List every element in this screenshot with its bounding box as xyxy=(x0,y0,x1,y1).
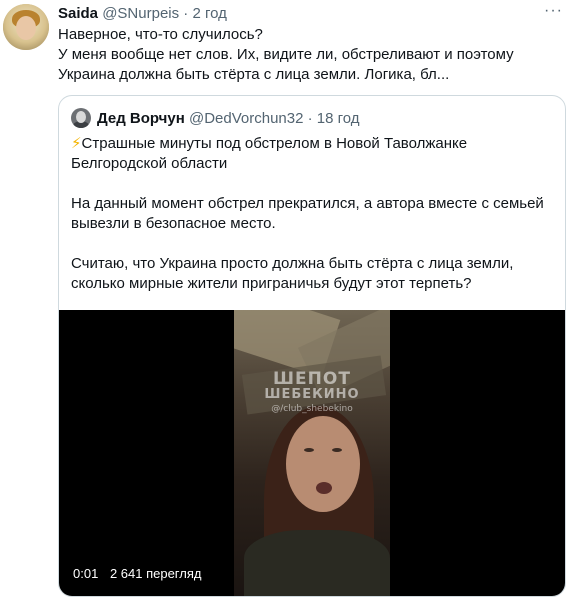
tweet-text: Наверное, что-то случилось? У меня вообщ… xyxy=(58,25,568,85)
video-views: 2 641 перегляд xyxy=(109,566,202,581)
quoted-avatar-face xyxy=(76,111,86,123)
tweet-time[interactable]: 2 год xyxy=(192,5,226,22)
lightning-icon: ⚡ xyxy=(71,135,82,152)
header-separator: · xyxy=(183,5,189,22)
tweet-text-line: Украина должна быть стёрта с лица земли.… xyxy=(58,66,450,83)
quoted-paragraph-1: ⚡Страшные минуты под обстрелом в Новой Т… xyxy=(71,134,555,174)
quoted-text-line: На данный момент обстрел прекратился, а … xyxy=(71,195,544,212)
tweet-header: Saida @SNurpeis · 2 год xyxy=(58,4,227,24)
video-person-face xyxy=(286,416,360,512)
video-person-eye xyxy=(332,448,342,452)
author-name[interactable]: Saida xyxy=(58,5,98,22)
video-person-mouth xyxy=(316,482,332,494)
author-handle[interactable]: @SNurpeis xyxy=(102,5,179,22)
author-avatar[interactable] xyxy=(3,4,49,50)
quoted-text-line: Считаю, что Украина просто должна быть с… xyxy=(71,255,514,272)
quoted-header-separator: · xyxy=(307,110,313,127)
quoted-text-line: вывезли в безопасное место. xyxy=(71,215,276,232)
quoted-paragraph-3: Считаю, что Украина просто должна быть с… xyxy=(71,254,555,294)
quoted-author-handle[interactable]: @DedVorchun32 xyxy=(189,110,303,127)
video-person-eye xyxy=(304,448,314,452)
video-frame[interactable]: ШЕПОТ ШЕБЕКИНО @/club_shebekino xyxy=(234,310,390,596)
video-duration: 0:01 xyxy=(73,566,99,581)
watermark-line: @/club_shebekino xyxy=(271,404,353,414)
quoted-text-span: Страшные минуты под обстрелом в Новой Та… xyxy=(81,135,468,152)
video-player[interactable]: ШЕПОТ ШЕБЕКИНО @/club_shebekino 0:01 2 6… xyxy=(59,310,565,596)
video-watermark: ШЕПОТ ШЕБЕКИНО @/club_shebekino xyxy=(234,369,390,417)
quoted-tweet-time[interactable]: 18 год xyxy=(317,110,360,127)
tweet-text-line: У меня вообще нет слов. Их, видите ли, о… xyxy=(58,46,514,63)
video-person-jacket xyxy=(244,530,390,596)
quoted-text-line: Белгородской области xyxy=(71,155,228,172)
quoted-text-line: ⚡Страшные минуты под обстрелом в Новой Т… xyxy=(71,134,555,154)
more-options-icon[interactable]: ··· xyxy=(544,2,563,20)
quoted-author-avatar[interactable] xyxy=(71,108,91,128)
watermark-line: ШЕБЕКИНО xyxy=(264,387,360,402)
quoted-text-line: сколько мирные жители приграничья будут … xyxy=(71,275,472,292)
avatar-face xyxy=(16,16,36,40)
quoted-tweet-text: ⚡Страшные минуты под обстрелом в Новой Т… xyxy=(71,134,555,314)
quoted-author-name[interactable]: Дед Ворчун xyxy=(97,110,185,127)
tweet-text-line: Наверное, что-то случилось? xyxy=(58,26,263,43)
video-stats: 0:01 2 641 перегляд xyxy=(73,566,209,581)
tweet[interactable]: Saida @SNurpeis · 2 год ··· Наверное, чт… xyxy=(0,0,579,604)
quoted-tweet-header: Дед Ворчун @DedVorchun32 · 18 год xyxy=(97,109,360,129)
quoted-tweet[interactable]: Дед Ворчун @DedVorchun32 · 18 год ⚡Страш… xyxy=(58,95,566,597)
watermark-line: ШЕПОТ xyxy=(273,369,351,389)
quoted-paragraph-2: На данный момент обстрел прекратился, а … xyxy=(71,194,555,234)
